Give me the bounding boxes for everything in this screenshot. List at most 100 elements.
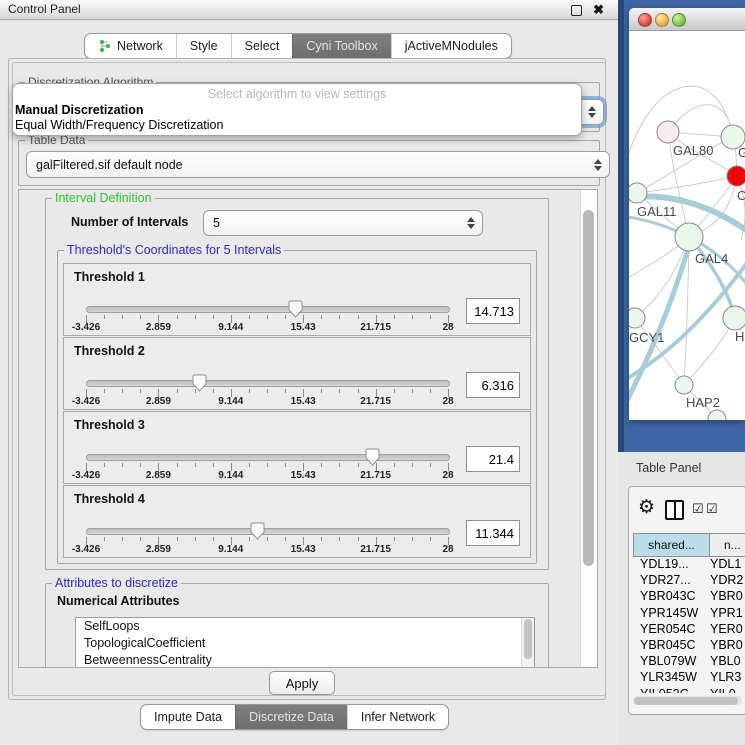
network-node-label: HAP2 [686, 395, 720, 410]
network-node-gal4[interactable] [675, 223, 703, 251]
axis-label: -3.426 [72, 470, 100, 481]
network-node-c[interactable] [727, 166, 745, 186]
numerical-attributes-list[interactable]: SelfLoopsTopologicalCoefficientBetweenne… [75, 617, 535, 668]
bottom-tab-bar: Impute Data Discretize DataInfer Network [140, 704, 449, 730]
threshold-slider-track[interactable] [86, 380, 450, 387]
cell-shared-name: YDR27... [633, 573, 710, 589]
threshold-label: Threshold 2 [74, 344, 145, 358]
table-row[interactable]: YDR27...YDR2 [633, 573, 745, 589]
settings-vertical-scrollbar[interactable] [580, 190, 597, 667]
tab-style[interactable]: Style [176, 34, 231, 58]
table-horizontal-scrollbar[interactable] [633, 696, 742, 705]
table-data-combobox[interactable]: galFiltered.sif default node [26, 151, 610, 178]
axis-label: 9.144 [218, 470, 243, 481]
threshold-label: Threshold 4 [74, 492, 145, 506]
slider-axis-labels: -3.4262.8599.14415.4321.71528 [86, 544, 448, 556]
table-row[interactable]: YDL19...YDL1 [633, 557, 745, 573]
network-node-gcy1[interactable] [629, 308, 645, 328]
attribute-list-item[interactable]: BetweennessCentrality [76, 652, 534, 668]
table-panel-title: Table Panel [636, 461, 701, 475]
axis-label: 9.144 [218, 322, 243, 333]
axis-label: 9.144 [218, 544, 243, 555]
threshold-slider-track[interactable] [86, 528, 450, 535]
axis-label: 2.859 [146, 470, 171, 481]
right-side-area: GAL80GACGAL11GAL4GCY1HHAP2 Table Panel ⚙… [618, 0, 745, 745]
table-row[interactable]: YIL052CYIL0 [633, 687, 745, 694]
numerical-attributes-label: Numerical Attributes [57, 594, 179, 608]
tab-cyni-toolbox[interactable]: Cyni Toolbox [292, 34, 390, 58]
network-node-label: C [737, 188, 745, 203]
panel-title: Control Panel [8, 2, 81, 16]
gear-icon[interactable]: ⚙ [638, 496, 655, 519]
axis-label: 15.43 [291, 322, 316, 333]
network-node-gal11[interactable] [629, 183, 647, 203]
cell-shared-name: YDL19... [633, 557, 710, 573]
attribute-list-item[interactable]: TopologicalCoefficient [76, 635, 534, 652]
network-node-hap2[interactable] [675, 376, 693, 394]
popup-option-equal-width[interactable]: Equal Width/Frequency Discretization [15, 118, 223, 132]
tab-infer-network[interactable]: Infer Network [347, 705, 448, 729]
num-intervals-label: Number of Intervals [71, 215, 188, 229]
table-row[interactable]: YPR145WYPR1 [633, 606, 745, 622]
select-all-checkbox-icon[interactable]: ☑ [692, 501, 704, 517]
axis-label: 15.43 [291, 544, 316, 555]
minimize-traffic-light-icon[interactable] [655, 13, 669, 27]
threshold-value-field[interactable]: 21.4 [466, 446, 520, 472]
threshold-value-field[interactable]: 14.713 [466, 298, 520, 324]
table-row[interactable]: YBR043CYBR0 [633, 589, 745, 605]
network-node-h[interactable] [723, 306, 745, 330]
threshold-slider-track[interactable] [86, 306, 450, 313]
tab-impute-data[interactable]: Impute Data [141, 705, 235, 729]
algorithm-dropdown-popup: Select algorithm to view settings Manual… [12, 83, 582, 136]
axis-label: 9.144 [218, 396, 243, 407]
popup-hint: Select algorithm to view settings [13, 87, 581, 101]
table-row[interactable]: YLR345WYLR3 [633, 670, 745, 686]
slider-axis-labels: -3.4262.8599.14415.4321.71528 [86, 396, 448, 408]
cell-name: YPR1 [710, 606, 745, 622]
num-intervals-combobox[interactable]: 5 [203, 210, 483, 236]
table-row[interactable]: YBR045CYBR0 [633, 638, 745, 654]
attributes-scrollbar[interactable] [521, 618, 534, 667]
threshold-value-field[interactable]: 6.316 [466, 372, 520, 398]
tab-network[interactable]: Network [85, 34, 176, 58]
split-columns-icon[interactable] [665, 500, 684, 520]
table-row[interactable]: YER054CYER0 [633, 622, 745, 638]
threshold-label: Threshold 3 [74, 418, 145, 432]
num-intervals-value: 5 [213, 216, 220, 230]
tab-discretize-data[interactable]: Discretize Data [235, 705, 347, 729]
popup-option-manual[interactable]: Manual Discretization [15, 103, 144, 117]
select-none-checkbox-icon[interactable]: ☑ [706, 501, 718, 517]
axis-label: 21.715 [360, 396, 391, 407]
threshold-value-field[interactable]: 11.344 [466, 520, 520, 546]
tab-jactivemnodules[interactable]: jActiveMNodules [391, 34, 511, 58]
close-icon[interactable]: ✖ [593, 2, 604, 18]
tab-label: Impute Data [154, 710, 222, 724]
threshold-label: Threshold 1 [74, 270, 145, 284]
axis-label: 2.859 [146, 544, 171, 555]
tab-select[interactable]: Select [231, 34, 293, 58]
float-window-icon[interactable] [571, 5, 582, 16]
network-window-titlebar[interactable] [629, 8, 745, 31]
control-panel: Control Panel ✖ NetworkStyleSelectCyni T… [0, 0, 618, 745]
cell-name: YDR2 [710, 573, 745, 589]
table-header-row: shared... n... [633, 533, 745, 557]
threshold-slider-track[interactable] [86, 454, 450, 461]
combo-arrows-icon [594, 152, 602, 177]
settings-scrollpane: Interval Definition Number of Intervals … [18, 189, 598, 668]
cell-shared-name: YBL079W [633, 654, 710, 670]
network-node-gal80[interactable] [657, 121, 679, 143]
network-node-label: GAL80 [673, 143, 713, 158]
column-header-name[interactable]: n... [710, 533, 745, 557]
table-row[interactable]: YBL079WYBL0 [633, 654, 745, 670]
apply-button[interactable]: Apply [269, 671, 335, 695]
network-view-window[interactable]: GAL80GACGAL11GAL4GCY1HHAP2 [629, 8, 745, 420]
threshold-panel-4: Threshold 4-3.4262.8599.14415.4321.71528… [63, 485, 531, 558]
zoom-traffic-light-icon[interactable] [672, 13, 686, 27]
network-canvas[interactable]: GAL80GACGAL11GAL4GCY1HHAP2 [629, 30, 745, 420]
cell-shared-name: YIL052C [633, 687, 710, 694]
cell-name: YBR0 [710, 589, 745, 605]
axis-label: 28 [442, 544, 453, 555]
attribute-list-item[interactable]: SelfLoops [76, 618, 534, 635]
column-header-shared[interactable]: shared... [633, 533, 710, 557]
close-traffic-light-icon[interactable] [638, 13, 652, 27]
